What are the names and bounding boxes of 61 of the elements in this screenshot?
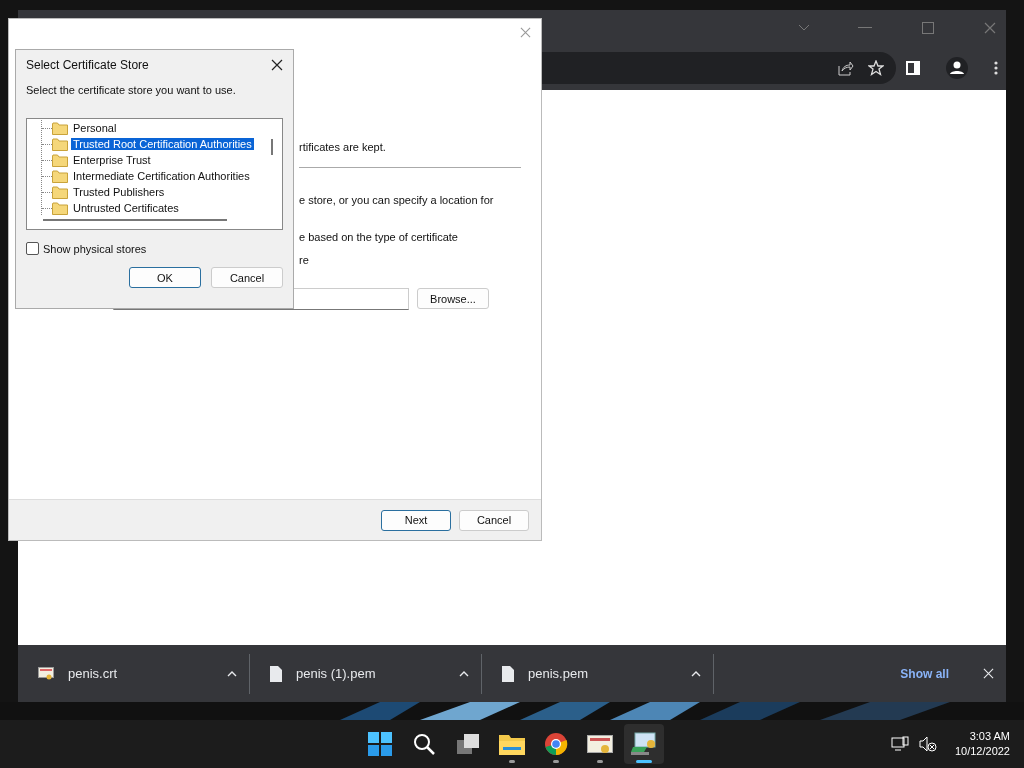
installer-icon[interactable] — [631, 732, 657, 756]
clock[interactable]: 3:03 AM 10/12/2022 — [954, 729, 1010, 759]
wizard-text: e based on the type of certificate — [299, 231, 459, 243]
time-text: 3:03 AM — [969, 729, 1010, 744]
folder-icon — [52, 185, 68, 199]
folder-icon — [52, 121, 68, 135]
download-item[interactable]: penis.pem — [482, 653, 714, 694]
folder-icon[interactable] — [499, 733, 525, 755]
caret-up-icon[interactable] — [691, 670, 701, 677]
download-item[interactable]: penis (1).pem — [250, 653, 482, 694]
caret-up-icon[interactable] — [227, 670, 237, 677]
file-name: penis (1).pem — [296, 666, 377, 681]
tree-item[interactable]: Personal — [71, 122, 119, 134]
scrollbar-thumb[interactable] — [271, 139, 273, 155]
folder-icon — [52, 201, 68, 215]
tree-item[interactable]: Intermediate Certification Authorities — [71, 170, 252, 182]
share-icon[interactable] — [838, 59, 854, 76]
file-name: penis.crt — [68, 666, 119, 681]
file-name: penis.pem — [528, 666, 589, 681]
file-icon — [270, 665, 282, 682]
tree-item[interactable]: Untrusted Certificates — [71, 202, 181, 214]
date-text: 10/12/2022 — [954, 744, 1010, 759]
wizard-text: rtificates are kept. — [299, 141, 387, 153]
task-view-icon[interactable] — [456, 732, 480, 756]
network-icon[interactable] — [890, 736, 909, 752]
search-icon[interactable] — [412, 732, 436, 756]
download-item[interactable]: penis.crt — [18, 653, 250, 694]
windows-logo-icon[interactable] — [368, 732, 392, 756]
ok-button[interactable]: OK — [129, 267, 201, 288]
maximize-icon[interactable] — [922, 21, 934, 34]
certificate-icon[interactable] — [587, 733, 613, 755]
browser-logo-icon[interactable] — [544, 732, 568, 756]
file-icon — [502, 665, 514, 682]
minimize-icon[interactable] — [858, 26, 872, 29]
checkbox[interactable] — [26, 242, 39, 255]
side-panel-icon[interactable] — [906, 60, 920, 75]
prompt-text: Select the certificate store you want to use. — [26, 84, 237, 96]
tree-item[interactable]: Trusted Publishers — [71, 186, 167, 198]
profile-icon[interactable] — [946, 56, 968, 79]
cancel-button[interactable]: Cancel — [459, 509, 529, 531]
next-button[interactable]: Next — [381, 509, 451, 531]
wizard-text: re — [299, 254, 310, 266]
scrollbar-thumb[interactable] — [43, 219, 227, 221]
tree-item[interactable]: Trusted Root Certification Authorities — [71, 138, 254, 150]
certificate-icon — [38, 666, 54, 681]
wizard-text: e store, or you can specify a location for — [299, 194, 495, 206]
muted-speaker-icon[interactable] — [918, 736, 937, 752]
tree-item[interactable]: Enterprise Trust — [71, 154, 153, 166]
star-icon[interactable] — [868, 59, 884, 76]
chevron-down-icon[interactable] — [798, 23, 810, 32]
checkbox-label: Show physical stores — [43, 242, 147, 255]
close-icon[interactable] — [271, 59, 283, 71]
folder-icon — [52, 153, 68, 167]
caret-up-icon[interactable] — [459, 670, 469, 677]
folder-icon — [52, 137, 68, 151]
browse-button[interactable]: Browse... — [417, 288, 489, 309]
cancel-button[interactable]: Cancel — [211, 267, 283, 288]
folder-icon — [52, 169, 68, 183]
menu-icon[interactable] — [994, 60, 998, 75]
show-all-link[interactable]: Show all — [900, 666, 949, 681]
dialog-title: Select Certificate Store — [26, 58, 149, 72]
